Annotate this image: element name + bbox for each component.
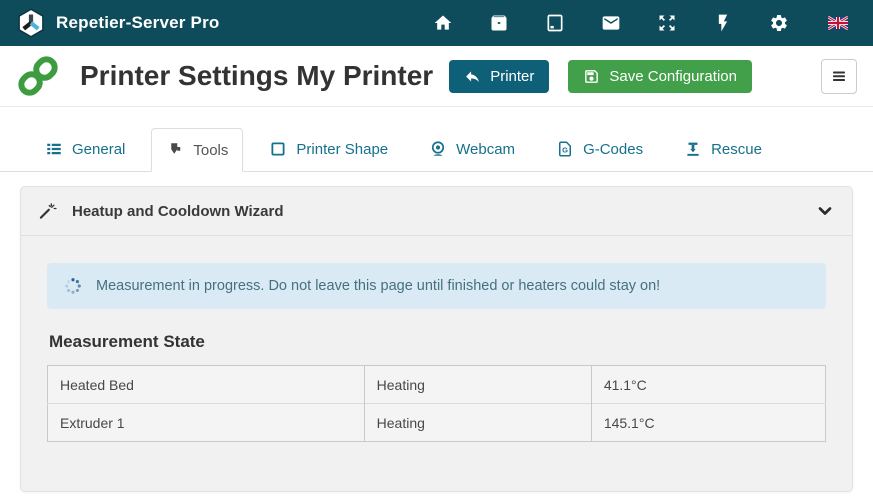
tab-label: Webcam (456, 141, 515, 158)
hamburger-icon (830, 67, 848, 85)
settings-tabs: General Tools Printer Shape Webcam (0, 107, 873, 172)
panel-body: Measurement in progress. Do not leave th… (21, 236, 852, 491)
save-floppy-icon (583, 68, 600, 85)
page-title: Printer Settings My Printer (80, 60, 433, 92)
lightning-icon[interactable] (713, 13, 733, 33)
extruder-tool-icon (166, 141, 184, 159)
heatup-wizard-panel: Heatup and Cooldown Wizard (20, 186, 853, 492)
heater-status-cell: Heating (364, 404, 591, 442)
panel-header[interactable]: Heatup and Cooldown Wizard (21, 187, 852, 236)
expand-icon[interactable] (657, 13, 677, 33)
gear-icon[interactable] (769, 13, 789, 33)
measurement-alert: Measurement in progress. Do not leave th… (47, 263, 826, 309)
top-navbar: Repetier-Server Pro (0, 0, 873, 46)
heater-name-cell: Heated Bed (48, 366, 365, 404)
webcam-icon (429, 140, 447, 158)
content-area: Heatup and Cooldown Wizard (0, 172, 873, 500)
printer-button-label: Printer (490, 68, 534, 85)
mail-icon[interactable] (601, 13, 621, 33)
tab-label: Printer Shape (296, 141, 388, 158)
gcode-file-icon: G (556, 140, 574, 158)
spinner-icon (63, 276, 83, 296)
tab-general[interactable]: General (30, 127, 140, 171)
brand-name: Repetier-Server Pro (56, 13, 219, 33)
page-header: Printer Settings My Printer Printer Save… (0, 46, 873, 107)
repetier-logo-icon (16, 8, 46, 38)
alert-text: Measurement in progress. Do not leave th… (96, 278, 660, 294)
storage-box-icon[interactable] (489, 13, 509, 33)
save-configuration-button[interactable]: Save Configuration (568, 60, 752, 93)
square-outline-icon (269, 140, 287, 158)
heater-name-cell: Extruder 1 (48, 404, 365, 442)
heater-temp-cell: 41.1°C (591, 366, 825, 404)
chain-link-icon (16, 54, 60, 98)
tab-rescue[interactable]: Rescue (669, 127, 777, 171)
printer-button[interactable]: Printer (449, 60, 549, 93)
language-flag-icon[interactable] (825, 13, 851, 33)
extruder-bed-icon (684, 140, 702, 158)
tab-printer-shape[interactable]: Printer Shape (254, 127, 403, 171)
svg-text:G: G (562, 145, 568, 154)
menu-button[interactable] (821, 59, 857, 94)
list-icon (45, 140, 63, 158)
save-button-label: Save Configuration (609, 68, 737, 85)
tab-label: General (72, 141, 125, 158)
heater-temp-cell: 145.1°C (591, 404, 825, 442)
measurement-state-title: Measurement State (49, 332, 826, 352)
printer-settings-page: Repetier-Server Pro (0, 0, 873, 500)
brand[interactable]: Repetier-Server Pro (16, 8, 219, 38)
reply-arrow-icon (464, 68, 481, 85)
navbar-icons (433, 13, 857, 33)
table-row: Heated Bed Heating 41.1°C (48, 366, 826, 404)
panel-title: Heatup and Cooldown Wizard (72, 203, 284, 220)
tab-label: Rescue (711, 141, 762, 158)
tab-webcam[interactable]: Webcam (414, 127, 530, 171)
tab-label: Tools (193, 142, 228, 159)
tab-g-codes[interactable]: G G-Codes (541, 127, 658, 171)
measurement-state-table: Heated Bed Heating 41.1°C Extruder 1 Hea… (47, 365, 826, 442)
magic-wand-icon (38, 201, 58, 221)
home-icon[interactable] (433, 13, 453, 33)
tab-tools[interactable]: Tools (151, 128, 243, 172)
heater-status-cell: Heating (364, 366, 591, 404)
tablet-icon[interactable] (545, 13, 565, 33)
chevron-down-icon[interactable] (815, 201, 835, 221)
table-row: Extruder 1 Heating 145.1°C (48, 404, 826, 442)
tab-label: G-Codes (583, 141, 643, 158)
